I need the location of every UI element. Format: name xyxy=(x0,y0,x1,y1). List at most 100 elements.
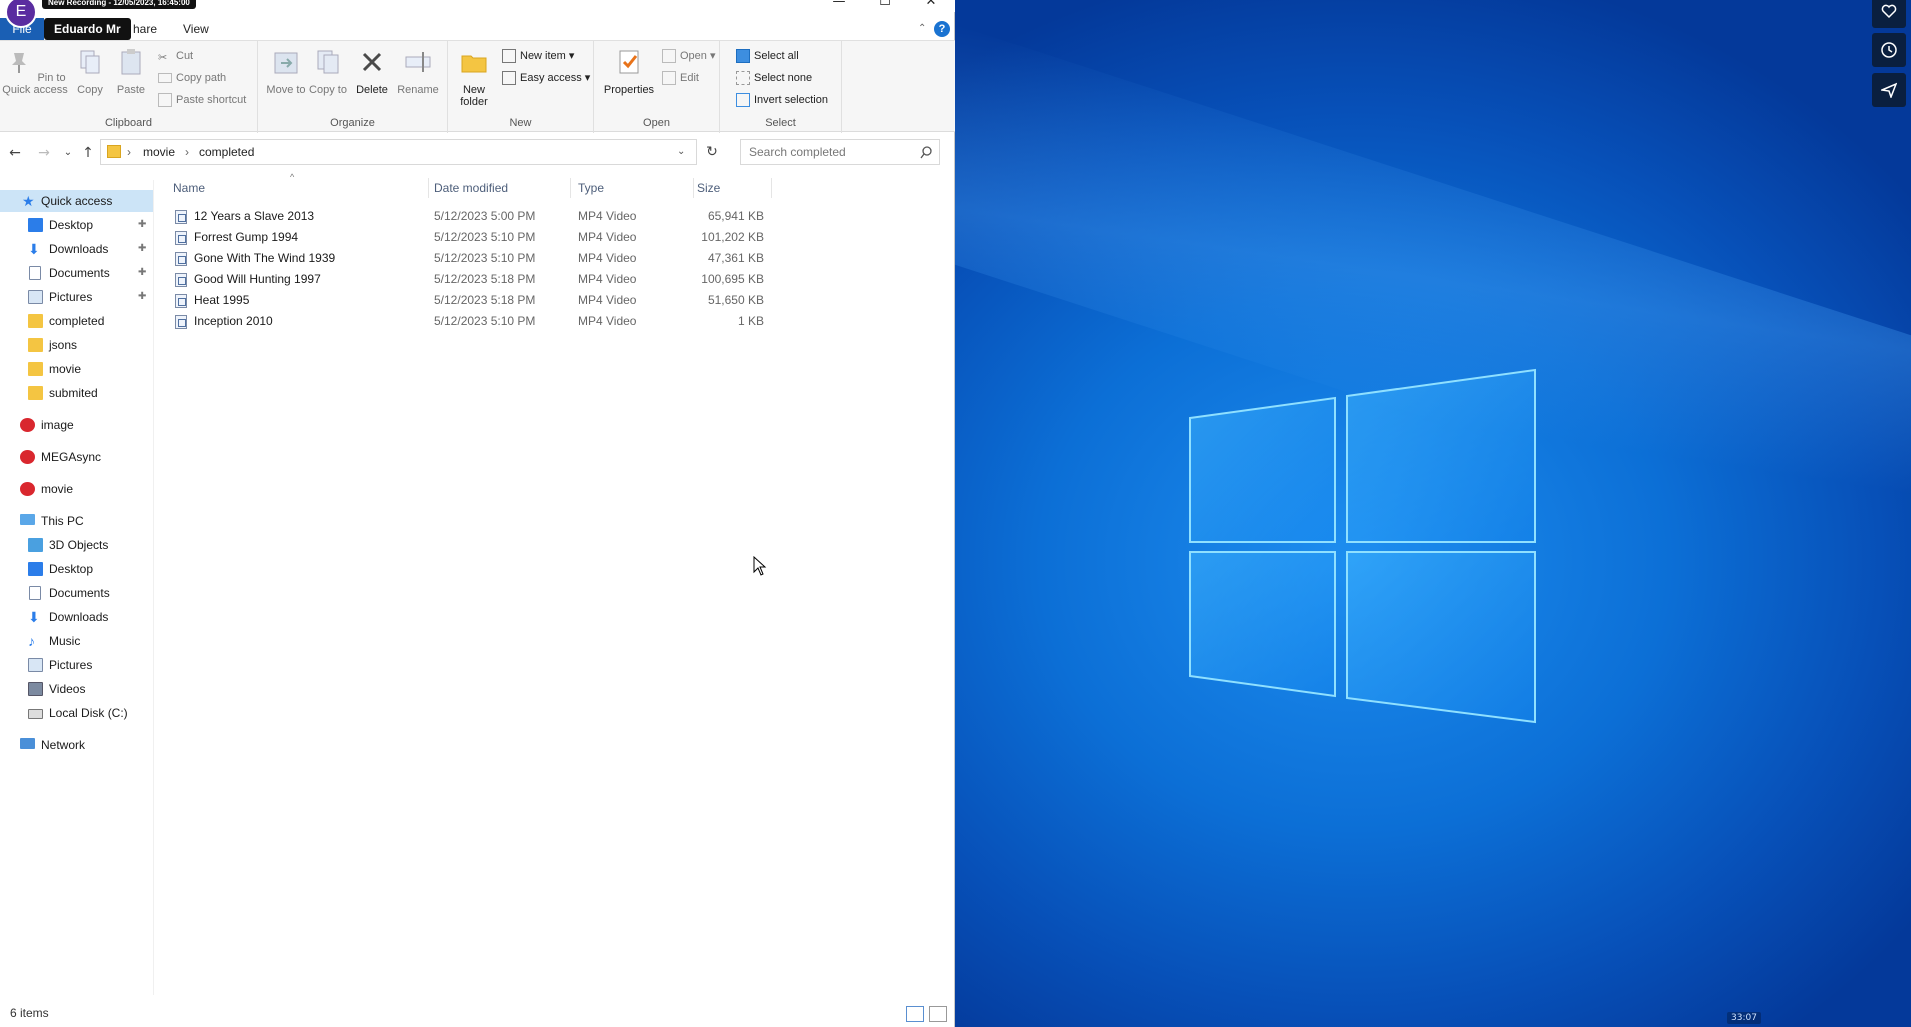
sidebar-item-quick-access[interactable]: ★ Quick access xyxy=(0,190,153,212)
tab-share[interactable]: hare xyxy=(125,18,165,40)
pin-icon[interactable]: ✚ xyxy=(138,286,146,308)
copy-to-icon xyxy=(317,50,339,74)
sidebar-item-pc-downloads[interactable]: ⬇ Downloads xyxy=(0,606,153,628)
sidebar-item-image[interactable]: image xyxy=(0,414,153,436)
sidebar-item-local-disk[interactable]: Local Disk (C:) xyxy=(0,702,153,724)
column-header-name[interactable]: Name xyxy=(173,175,205,201)
paste-icon xyxy=(121,49,141,75)
copy-button[interactable]: Copy xyxy=(72,47,108,96)
sidebar-item-label: 3D Objects xyxy=(49,538,109,552)
properties-button[interactable]: Properties xyxy=(598,47,660,96)
help-icon[interactable]: ? xyxy=(934,21,950,37)
table-row[interactable]: Inception 2010 5/12/2023 5:10 PM MP4 Vid… xyxy=(173,311,933,332)
sidebar-item-label: Downloads xyxy=(49,610,109,624)
address-dropdown-icon[interactable]: ⌄ xyxy=(677,140,685,164)
table-row[interactable]: Good Will Hunting 1997 5/12/2023 5:18 PM… xyxy=(173,269,933,290)
new-folder-button[interactable]: New folder xyxy=(452,47,496,108)
sidebar-item-desktop[interactable]: Desktop ✚ xyxy=(0,214,153,236)
music-note-icon: ♪ xyxy=(28,633,35,649)
column-header-size[interactable]: Size xyxy=(697,175,720,201)
forward-arrow-icon[interactable]: → xyxy=(34,144,54,164)
recent-locations-icon[interactable]: ⌄ xyxy=(58,144,78,164)
video-file-icon xyxy=(175,294,187,308)
folder-icon xyxy=(28,386,43,400)
organize-group-label: Organize xyxy=(330,117,375,129)
heart-icon[interactable] xyxy=(1872,0,1906,28)
easy-access-label: Easy access ▾ xyxy=(520,72,591,84)
clock-icon[interactable] xyxy=(1872,33,1906,67)
table-row[interactable]: Forrest Gump 1994 5/12/2023 5:10 PM MP4 … xyxy=(173,227,933,248)
easy-access-button[interactable]: Easy access ▾ xyxy=(500,69,590,87)
sidebar-item-pc-documents[interactable]: Documents xyxy=(0,582,153,604)
sidebar-item-videos[interactable]: Videos xyxy=(0,678,153,700)
paste-shortcut-button[interactable]: Paste shortcut xyxy=(156,91,246,109)
sidebar-item-documents[interactable]: Documents ✚ xyxy=(0,262,153,284)
copy-path-button[interactable]: Copy path xyxy=(156,69,226,87)
breadcrumb-completed[interactable]: completed xyxy=(199,140,254,164)
tab-view[interactable]: View xyxy=(175,18,217,40)
invert-selection-label: Invert selection xyxy=(754,94,828,106)
windows-logo xyxy=(1189,368,1536,724)
pin-icon[interactable]: ✚ xyxy=(138,238,146,260)
sidebar-item-label: Documents xyxy=(49,586,110,600)
move-to-label: Move to xyxy=(266,84,306,96)
breadcrumb-movie[interactable]: movie xyxy=(143,140,175,164)
file-type: MP4 Video xyxy=(578,230,637,244)
back-arrow-icon[interactable]: ← xyxy=(5,144,25,164)
sidebar-item-movie[interactable]: movie xyxy=(0,358,153,380)
pin-quick-access-button[interactable]: Pin to Quick access xyxy=(2,47,68,96)
file-size: 100,695 KB xyxy=(701,272,764,286)
sidebar-item-downloads[interactable]: ⬇ Downloads ✚ xyxy=(0,238,153,260)
sidebar-item-3d-objects[interactable]: 3D Objects xyxy=(0,534,153,556)
sidebar-item-megasync[interactable]: MEGAsync xyxy=(0,446,153,468)
recording-timer: 33:07 xyxy=(1727,1012,1761,1024)
new-item-button[interactable]: New item ▾ xyxy=(500,47,574,65)
sidebar-item-submited[interactable]: submited xyxy=(0,382,153,404)
table-row[interactable]: 12 Years a Slave 2013 5/12/2023 5:00 PM … xyxy=(173,206,933,227)
close-button[interactable]: ✕ xyxy=(908,0,954,10)
up-arrow-icon[interactable]: ↑ xyxy=(78,144,98,164)
large-icons-view-icon[interactable] xyxy=(929,1006,947,1022)
rename-button[interactable]: Rename xyxy=(396,47,440,96)
pin-icon[interactable]: ✚ xyxy=(138,262,146,284)
sidebar-item-this-pc[interactable]: This PC xyxy=(0,510,153,532)
sidebar-item-pc-pictures[interactable]: Pictures xyxy=(0,654,153,676)
column-header-date[interactable]: Date modified xyxy=(434,175,508,201)
details-view-icon[interactable] xyxy=(906,1006,924,1022)
send-icon[interactable] xyxy=(1872,73,1906,107)
sidebar-item-completed[interactable]: completed xyxy=(0,310,153,332)
sidebar-item-movie-cloud[interactable]: movie xyxy=(0,478,153,500)
column-header-type[interactable]: Type xyxy=(578,175,604,201)
move-to-button[interactable]: Move to xyxy=(266,47,306,96)
refresh-icon[interactable]: ↻ xyxy=(702,143,722,163)
sidebar-item-network[interactable]: Network xyxy=(0,734,153,756)
file-type: MP4 Video xyxy=(578,293,637,307)
mega-folder-icon xyxy=(28,362,43,376)
pin-icon[interactable]: ✚ xyxy=(138,214,146,236)
sidebar-item-pc-desktop[interactable]: Desktop xyxy=(0,558,153,580)
ribbon-collapse-icon[interactable]: ⌃ xyxy=(910,18,934,40)
search-icon xyxy=(920,146,932,159)
paste-button[interactable]: Paste xyxy=(112,47,150,96)
copy-to-button[interactable]: Copy to xyxy=(308,47,348,96)
select-none-button[interactable]: Select none xyxy=(734,69,812,87)
address-bar[interactable]: › movie › completed ⌄ xyxy=(100,139,697,165)
maximize-button[interactable]: ☐ xyxy=(862,0,908,10)
sidebar-item-label: MEGAsync xyxy=(41,450,102,464)
select-all-button[interactable]: Select all xyxy=(734,47,799,65)
sidebar-item-music[interactable]: ♪ Music xyxy=(0,630,153,652)
table-row[interactable]: Heat 1995 5/12/2023 5:18 PM MP4 Video 51… xyxy=(173,290,933,311)
breadcrumb-separator-icon: › xyxy=(127,145,131,159)
open-button[interactable]: Open ▾ xyxy=(660,47,716,65)
minimize-button[interactable]: — xyxy=(816,0,862,10)
sidebar-item-jsons[interactable]: jsons xyxy=(0,334,153,356)
file-type: MP4 Video xyxy=(578,209,637,223)
invert-selection-button[interactable]: Invert selection xyxy=(734,91,828,109)
edit-button[interactable]: Edit xyxy=(660,69,699,87)
cut-button[interactable]: ✂ Cut xyxy=(156,47,193,65)
file-list: ^ Name Date modified Type Size 12 Years … xyxy=(160,172,950,995)
delete-button[interactable]: Delete xyxy=(352,47,392,96)
table-row[interactable]: Gone With The Wind 1939 5/12/2023 5:10 P… xyxy=(173,248,933,269)
search-input[interactable]: Search completed xyxy=(740,139,940,165)
sidebar-item-pictures[interactable]: Pictures ✚ xyxy=(0,286,153,308)
